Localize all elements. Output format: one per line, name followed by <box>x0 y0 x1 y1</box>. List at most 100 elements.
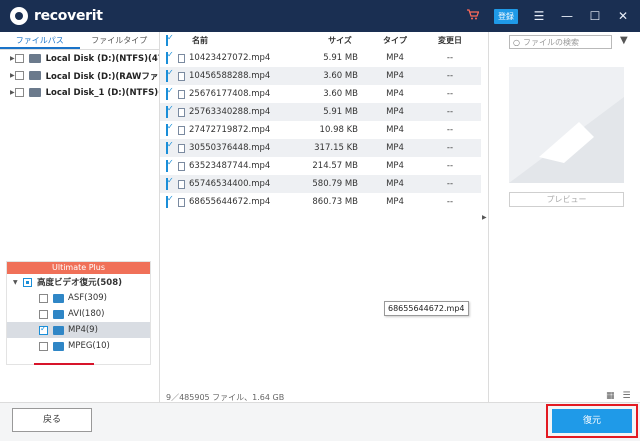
mp4-checkbox[interactable] <box>39 324 48 335</box>
video-file-icon <box>178 197 185 207</box>
drive-icon <box>28 71 41 80</box>
folder-icon <box>53 309 64 319</box>
folder-icon <box>53 293 64 303</box>
file-row[interactable]: 25676177408.mp4 3.60 MB MP4 -- <box>160 85 481 103</box>
filter-icon[interactable]: ▼ <box>620 35 628 46</box>
disk-label: Local Disk (D:)(RAWファイル… <box>45 71 159 82</box>
minimize-icon[interactable]: — <box>560 9 574 23</box>
file-checkbox[interactable] <box>166 88 168 100</box>
file-date: -- <box>446 161 454 171</box>
drive-icon <box>28 88 41 97</box>
root-checkbox[interactable] <box>23 277 32 287</box>
file-date: -- <box>446 89 454 99</box>
video-file-icon <box>178 125 185 135</box>
folder-icon <box>53 325 64 335</box>
video-file-icon <box>178 161 185 171</box>
file-size: 860.73 MB <box>312 197 358 207</box>
video-type-mp4[interactable]: MP4(9) <box>7 322 150 338</box>
video-type-label: MP4(9) <box>68 325 98 335</box>
video-file-icon <box>178 53 185 63</box>
file-name: 68655644672.mp4 <box>189 197 271 207</box>
file-checkbox[interactable] <box>166 106 168 118</box>
disk-label: Local Disk_1 (D:)(NTFS)(1… <box>45 87 159 98</box>
file-date: -- <box>446 71 454 81</box>
file-name: 25676177408.mp4 <box>189 89 271 99</box>
file-checkbox[interactable] <box>166 142 168 154</box>
select-all-checkbox[interactable] <box>166 35 168 46</box>
file-size: 214.57 MB <box>312 161 358 171</box>
video-type-avi[interactable]: AVI(180) <box>7 306 150 322</box>
file-checkbox[interactable] <box>166 196 168 208</box>
file-row[interactable]: 30550376448.mp4 317.15 KB MP4 -- <box>160 139 481 157</box>
file-name: 65746534400.mp4 <box>189 179 271 189</box>
file-size: 10.98 KB <box>319 125 358 135</box>
file-row[interactable]: 10423427072.mp4 5.91 MB MP4 -- <box>160 49 481 67</box>
restore-button[interactable]: 復元 <box>552 409 632 433</box>
collapse-arrow-icon[interactable]: ▼ <box>13 279 23 286</box>
column-size[interactable]: サイズ <box>310 35 370 46</box>
column-date[interactable]: 変更日 <box>420 35 480 46</box>
file-name: 10456588288.mp4 <box>189 71 271 81</box>
file-type: MP4 <box>386 125 404 135</box>
file-row[interactable]: 25763340288.mp4 5.91 MB MP4 -- <box>160 103 481 121</box>
file-list-header: 名前 サイズ タイプ 変更日 <box>160 32 481 49</box>
search-icon: ○ <box>513 37 520 47</box>
column-name[interactable]: 名前 <box>178 35 310 46</box>
video-file-icon <box>178 179 185 189</box>
search-placeholder: ファイルの検索 <box>522 37 579 47</box>
app-title: recoverit <box>34 8 103 24</box>
file-row[interactable]: 10456588288.mp4 3.60 MB MP4 -- <box>160 67 481 85</box>
preview-button[interactable]: プレビュー <box>509 192 624 207</box>
file-row[interactable]: 68655644672.mp4 860.73 MB MP4 -- <box>160 193 481 211</box>
disk-item[interactable]: ▶ Local Disk (D:)(RAWファイル… <box>0 67 159 84</box>
file-checkbox[interactable] <box>166 52 168 64</box>
file-type: MP4 <box>386 71 404 81</box>
search-input[interactable]: ○ ファイルの検索 <box>509 35 612 49</box>
advanced-video-recovery-panel: Ultimate Plus ▼ 高度ビデオ復元(508) ASF(309) AV… <box>6 261 151 365</box>
file-name: 27472719872.mp4 <box>189 125 271 135</box>
disk-checkbox[interactable] <box>14 54 24 63</box>
file-date: -- <box>446 125 454 135</box>
file-size: 3.60 MB <box>323 71 358 81</box>
file-list-rows: 10423427072.mp45.91 MBMP4--10456588288.m… <box>160 49 481 211</box>
file-row[interactable]: 65746534400.mp4 580.79 MB MP4 -- <box>160 175 481 193</box>
asf-checkbox[interactable] <box>39 293 48 303</box>
file-size: 3.60 MB <box>323 89 358 99</box>
video-type-asf[interactable]: ASF(309) <box>7 290 150 306</box>
bottom-bar <box>0 402 640 441</box>
file-size: 317.15 KB <box>314 143 358 153</box>
file-type: MP4 <box>386 143 404 153</box>
file-checkbox[interactable] <box>166 70 168 82</box>
disk-item[interactable]: ▶ Local Disk_1 (D:)(NTFS)(1… <box>0 84 159 101</box>
file-size: 5.91 MB <box>323 107 358 117</box>
close-icon[interactable]: ✕ <box>616 9 630 23</box>
preview-collapse-arrow-icon[interactable]: ▶ <box>482 214 487 221</box>
mpeg-checkbox[interactable] <box>39 341 48 351</box>
file-type: MP4 <box>386 161 404 171</box>
drive-icon <box>28 54 41 63</box>
tab-file-path[interactable]: ファイルパス <box>0 32 80 49</box>
file-name: 25763340288.mp4 <box>189 107 271 117</box>
advanced-root-label: 高度ビデオ復元(508) <box>37 278 123 288</box>
file-checkbox[interactable] <box>166 178 168 190</box>
left-tabs: ファイルパス ファイルタイプ <box>0 32 159 50</box>
file-row[interactable]: 27472719872.mp4 10.98 KB MP4 -- <box>160 121 481 139</box>
tab-file-type[interactable]: ファイルタイプ <box>80 32 160 49</box>
hamburger-menu-icon[interactable]: ☰ <box>532 9 546 23</box>
video-type-mpeg[interactable]: MPEG(10) <box>7 338 150 354</box>
disk-item[interactable]: ▶ Local Disk (D:)(NTFS)(47… <box>0 50 159 67</box>
file-type: MP4 <box>386 53 404 63</box>
column-type[interactable]: タイプ <box>370 35 420 46</box>
avi-checkbox[interactable] <box>39 309 48 319</box>
file-checkbox[interactable] <box>166 124 168 136</box>
back-button[interactable]: 戻る <box>12 408 92 432</box>
file-row[interactable]: 63523487744.mp4 214.57 MB MP4 -- <box>160 157 481 175</box>
advanced-video-root[interactable]: ▼ 高度ビデオ復元(508) <box>7 274 150 290</box>
disk-checkbox[interactable] <box>14 71 24 80</box>
disk-checkbox[interactable] <box>14 88 24 97</box>
file-checkbox[interactable] <box>166 160 168 172</box>
register-button[interactable]: 登録 <box>494 8 518 24</box>
cart-icon[interactable] <box>466 8 480 24</box>
maximize-icon[interactable]: ☐ <box>588 9 602 23</box>
video-type-label: MPEG(10) <box>68 341 110 351</box>
